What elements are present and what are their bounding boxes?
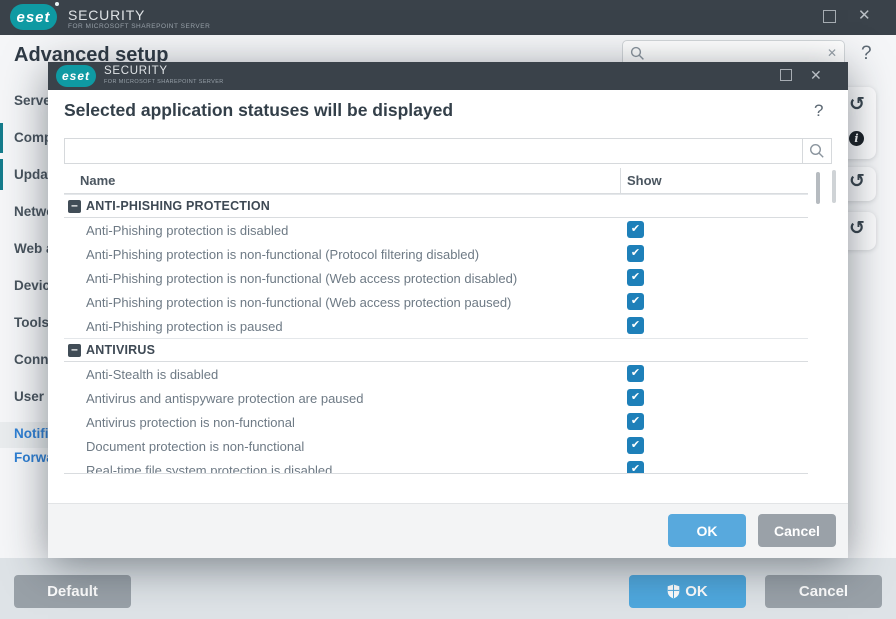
product-name: SECURITY: [104, 65, 168, 77]
table-scrollbar[interactable]: [816, 172, 820, 204]
clear-search-icon[interactable]: ✕: [827, 46, 837, 60]
main-ok-button[interactable]: OK: [629, 575, 746, 608]
dialog-ok-button[interactable]: OK: [668, 514, 746, 547]
close-icon[interactable]: ✕: [858, 9, 871, 23]
table-row[interactable]: Anti-Phishing protection is paused: [64, 314, 808, 338]
dialog-footer: OK Cancel: [48, 503, 848, 558]
status-label: Anti-Phishing protection is paused: [86, 319, 283, 334]
table-row[interactable]: Anti-Phishing protection is non-function…: [64, 290, 808, 314]
search-icon[interactable]: [802, 139, 831, 163]
product-name: SECURITY: [68, 7, 145, 23]
table-row[interactable]: Anti-Phishing protection is non-function…: [64, 266, 808, 290]
dialog-scrollbar[interactable]: [832, 170, 836, 203]
close-icon[interactable]: ✕: [810, 68, 822, 82]
revert-icon[interactable]: ↺: [849, 170, 865, 193]
eset-logo: eset: [56, 65, 96, 87]
product-edition: FOR MICROSOFT SHAREPOINT SERVER: [68, 23, 210, 30]
sidebar-accent-bar: [0, 123, 3, 153]
status-label: Real-time file system protection is disa…: [86, 463, 332, 474]
section-label: ANTIVIRUS: [86, 343, 155, 357]
maximize-icon[interactable]: [823, 10, 836, 23]
product-edition: FOR MICROSOFT SHAREPOINT SERVER: [104, 79, 224, 85]
show-checkbox[interactable]: [627, 317, 644, 334]
status-label: Antivirus and antispyware protection are…: [86, 391, 364, 406]
column-header-show[interactable]: Show: [627, 173, 662, 188]
sidebar-accent-bar: [0, 159, 3, 190]
status-label: Anti-Phishing protection is non-function…: [86, 271, 517, 286]
application-statuses-dialog: eset SECURITY FOR MICROSOFT SHAREPOINT S…: [48, 62, 848, 558]
table-row[interactable]: Anti-Stealth is disabled: [64, 362, 808, 386]
status-label: Anti-Phishing protection is non-function…: [86, 295, 511, 310]
dialog-search-input[interactable]: [71, 141, 791, 161]
uac-shield-icon: [667, 584, 680, 599]
dialog-titlebar: eset SECURITY FOR MICROSOFT SHAREPOINT S…: [48, 62, 848, 90]
dialog-heading: Selected application statuses will be di…: [64, 100, 453, 121]
column-header-name[interactable]: Name: [80, 173, 115, 188]
table-row[interactable]: Antivirus and antispyware protection are…: [64, 386, 808, 410]
collapse-minus-icon[interactable]: [68, 200, 81, 213]
show-checkbox[interactable]: [627, 365, 644, 382]
collapse-minus-icon[interactable]: [68, 344, 81, 357]
table-row[interactable]: Anti-Phishing protection is non-function…: [64, 242, 808, 266]
status-table: Name Show ANTI-PHISHING PROTECTION Anti-…: [64, 168, 808, 474]
status-label: Anti-Phishing protection is non-function…: [86, 247, 479, 262]
show-checkbox[interactable]: [627, 437, 644, 454]
main-titlebar: eset SECURITY FOR MICROSOFT SHAREPOINT S…: [0, 0, 896, 35]
table-header: Name Show: [64, 168, 808, 194]
maximize-icon[interactable]: [780, 69, 792, 81]
section-row-antiphishing[interactable]: ANTI-PHISHING PROTECTION: [64, 194, 808, 218]
show-checkbox[interactable]: [627, 389, 644, 406]
table-row[interactable]: Antivirus protection is non-functional: [64, 410, 808, 434]
status-label: Anti-Stealth is disabled: [86, 367, 218, 382]
status-label: Antivirus protection is non-functional: [86, 415, 295, 430]
eset-logo: eset: [10, 4, 57, 30]
status-label: Document protection is non-functional: [86, 439, 304, 454]
info-icon[interactable]: i: [849, 131, 864, 146]
registered-mark-icon: [55, 2, 59, 6]
section-row-antivirus[interactable]: ANTIVIRUS: [64, 338, 808, 362]
show-checkbox[interactable]: [627, 293, 644, 310]
help-icon[interactable]: ?: [814, 101, 823, 121]
dialog-cancel-button[interactable]: Cancel: [758, 514, 836, 547]
section-label: ANTI-PHISHING PROTECTION: [86, 199, 270, 213]
main-ok-label: OK: [685, 583, 708, 600]
show-checkbox[interactable]: [627, 413, 644, 430]
show-checkbox[interactable]: [627, 221, 644, 238]
column-separator: [620, 168, 621, 194]
revert-icon[interactable]: ↺: [849, 217, 865, 240]
screen: eset SECURITY FOR MICROSOFT SHAREPOINT S…: [0, 0, 896, 619]
main-search-input[interactable]: [649, 43, 819, 64]
dialog-search-box[interactable]: [64, 138, 832, 164]
table-row[interactable]: Document protection is non-functional: [64, 434, 808, 458]
show-checkbox[interactable]: [627, 269, 644, 286]
help-icon[interactable]: ?: [861, 43, 872, 65]
main-footer: Default OK Cancel: [0, 558, 896, 619]
show-checkbox[interactable]: [627, 245, 644, 262]
revert-icon[interactable]: ↺: [849, 93, 865, 116]
show-checkbox[interactable]: [627, 461, 644, 474]
main-cancel-button[interactable]: Cancel: [765, 575, 882, 608]
default-button[interactable]: Default: [14, 575, 131, 608]
status-label: Anti-Phishing protection is disabled: [86, 223, 288, 238]
table-row[interactable]: Real-time file system protection is disa…: [64, 458, 808, 474]
table-row[interactable]: Anti-Phishing protection is disabled: [64, 218, 808, 242]
